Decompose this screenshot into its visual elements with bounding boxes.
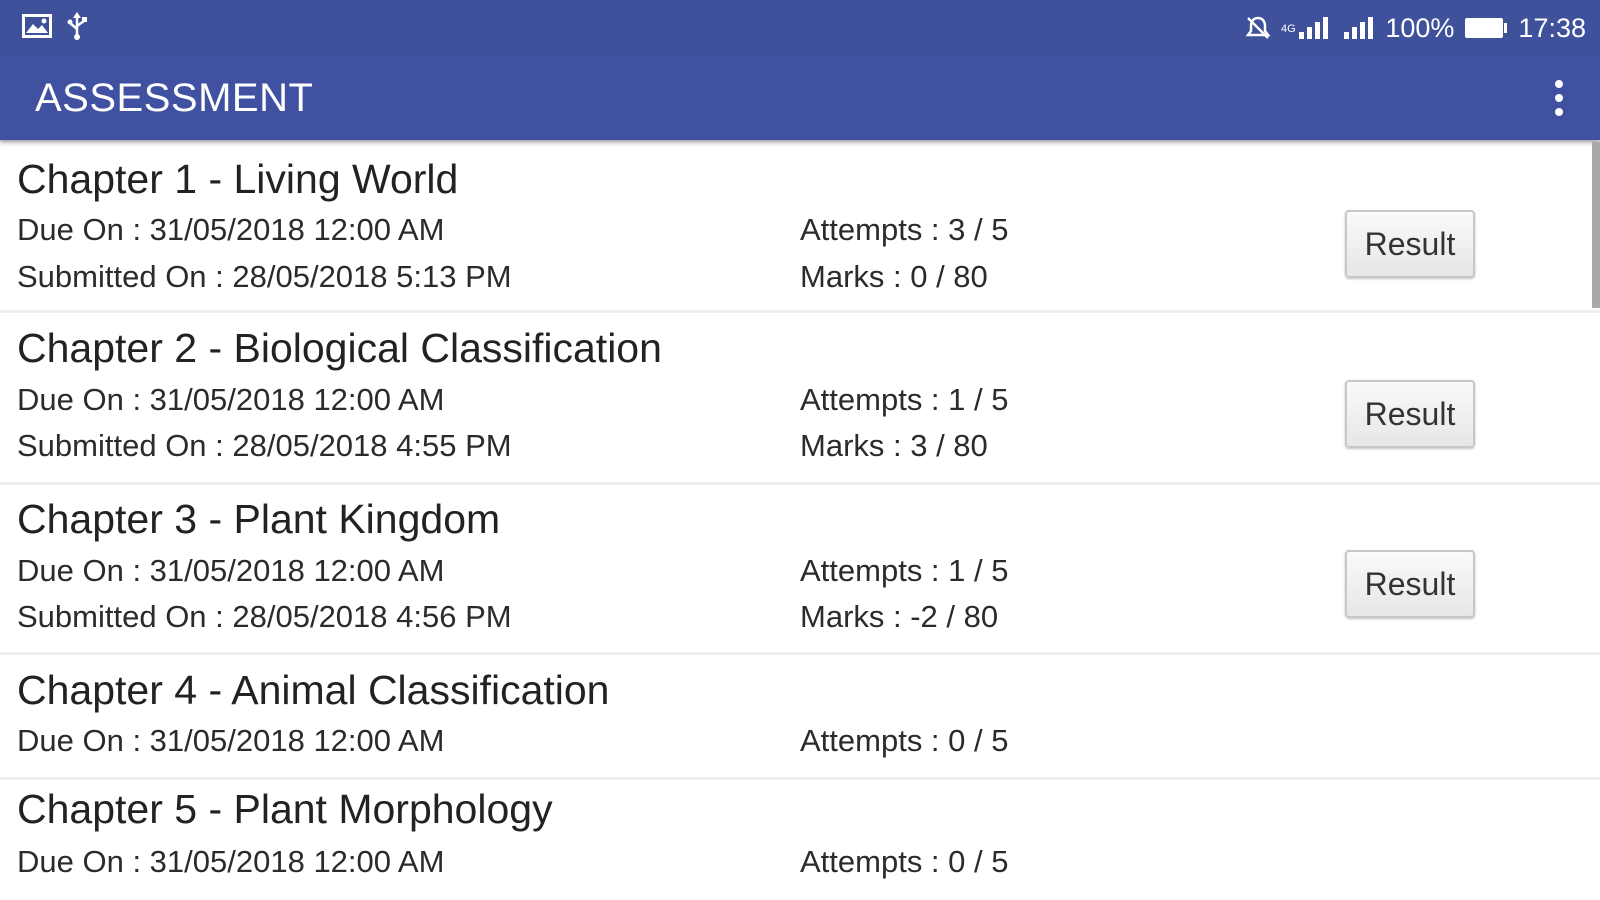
scrollbar-thumb[interactable]: [1592, 142, 1600, 308]
submitted-date: Submitted On : 28/05/2018 5:13 PM: [17, 259, 512, 294]
submitted-date: Submitted On : 28/05/2018 4:56 PM: [17, 599, 512, 634]
assessment-title: Chapter 3 - Plant Kingdom: [17, 496, 501, 542]
assessment-card[interactable]: Chapter 5 - Plant Morphology Due On : 31…: [0, 780, 1600, 900]
attempts-count: Attempts : 1 / 5: [800, 382, 1009, 417]
assessment-list[interactable]: Chapter 1 - Living World Due On : 31/05/…: [0, 140, 1600, 900]
battery-icon: [1464, 17, 1508, 39]
marks-score: Marks : 0 / 80: [800, 259, 988, 294]
marks-score: Marks : 3 / 80: [800, 428, 988, 463]
assessment-title: Chapter 2 - Biological Classification: [17, 325, 662, 371]
image-icon: [22, 13, 52, 43]
result-button[interactable]: Result: [1345, 210, 1475, 278]
result-button[interactable]: Result: [1345, 550, 1475, 618]
assessment-title: Chapter 5 - Plant Morphology: [17, 786, 553, 832]
submitted-date: Submitted On : 28/05/2018 4:55 PM: [17, 428, 512, 463]
page-title: ASSESSMENT: [35, 75, 314, 120]
overflow-menu-icon[interactable]: [1544, 73, 1574, 123]
assessment-card[interactable]: Chapter 1 - Living World Due On : 31/05/…: [0, 142, 1600, 310]
4g-signal-icon: 4G: [1281, 15, 1333, 41]
battery-percent: 100%: [1385, 12, 1455, 43]
usb-icon: [66, 11, 88, 45]
attempts-count: Attempts : 3 / 5: [800, 212, 1009, 247]
assessment-title: Chapter 4 - Animal Classification: [17, 667, 610, 713]
signal-icon: [1343, 15, 1375, 41]
status-bar: 4G 100% 17:38: [0, 0, 1600, 56]
due-date: Due On : 31/05/2018 12:00 AM: [17, 723, 445, 758]
due-date: Due On : 31/05/2018 12:00 AM: [17, 382, 445, 417]
result-button[interactable]: Result: [1345, 380, 1475, 448]
status-right-icons: 4G 100% 17:38: [1245, 13, 1586, 44]
marks-score: Marks : -2 / 80: [800, 599, 999, 634]
attempts-count: Attempts : 1 / 5: [800, 553, 1009, 588]
status-left-icons: [22, 11, 88, 45]
assessment-card[interactable]: Chapter 2 - Biological Classification Du…: [0, 313, 1600, 482]
svg-text:4G: 4G: [1281, 23, 1296, 35]
assessment-card[interactable]: Chapter 3 - Plant Kingdom Due On : 31/05…: [0, 485, 1600, 652]
app-bar: ASSESSMENT: [0, 56, 1600, 140]
attempts-count: Attempts : 0 / 5: [800, 844, 1009, 879]
attempts-count: Attempts : 0 / 5: [800, 723, 1009, 758]
assessment-title: Chapter 1 - Living World: [17, 156, 459, 202]
due-date: Due On : 31/05/2018 12:00 AM: [17, 553, 445, 588]
assessment-card[interactable]: Chapter 4 - Animal Classification Due On…: [0, 655, 1600, 777]
due-date: Due On : 31/05/2018 12:00 AM: [17, 212, 445, 247]
clock: 17:38: [1518, 12, 1586, 43]
due-date: Due On : 31/05/2018 12:00 AM: [17, 844, 445, 879]
mute-icon: [1245, 15, 1271, 41]
